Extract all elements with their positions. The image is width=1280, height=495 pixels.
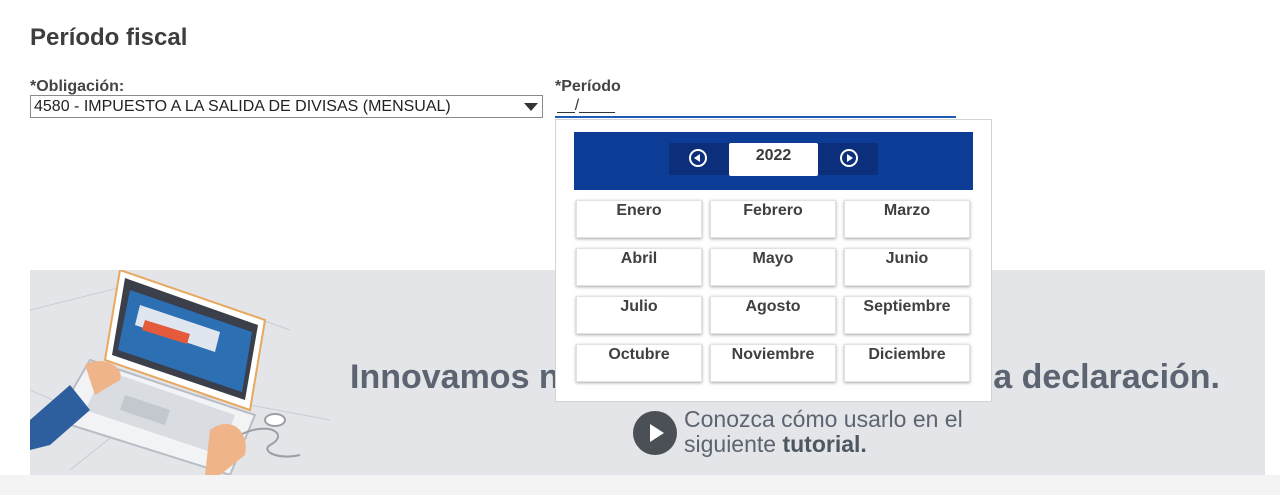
month-button-noviembre[interactable]: Noviembre [710,344,836,382]
year-display: 2022 [729,143,818,176]
month-picker-popup: 2022 Enero Febrero Marzo Abril Mayo Juni… [555,119,992,402]
banner-subtitle: Conozca cómo usarlo en el siguiente tuto… [684,407,963,457]
month-button-febrero[interactable]: Febrero [710,200,836,238]
page-title: Período fiscal [30,24,188,51]
month-button-julio[interactable]: Julio [576,296,702,334]
month-button-agosto[interactable]: Agosto [710,296,836,334]
obligation-select[interactable]: 4580 - IMPUESTO A LA SALIDA DE DIVISAS (… [30,95,543,118]
month-button-septiembre[interactable]: Septiembre [844,296,970,334]
period-input[interactable] [555,96,956,118]
year-navigator: 2022 [669,143,878,176]
month-picker-header: 2022 [574,132,973,190]
month-button-abril[interactable]: Abril [576,248,702,286]
month-button-junio[interactable]: Junio [844,248,970,286]
chevron-down-icon [524,103,538,111]
banner-subtitle-prefix: siguiente [684,431,783,457]
play-icon[interactable] [633,411,677,455]
month-button-mayo[interactable]: Mayo [710,248,836,286]
month-button-marzo[interactable]: Marzo [844,200,970,238]
month-button-diciembre[interactable]: Diciembre [844,344,970,382]
prev-year-icon[interactable] [689,149,707,167]
period-label: *Período [555,78,621,95]
next-year-icon[interactable] [840,149,858,167]
tutorial-link[interactable]: tutorial. [782,431,866,457]
banner-subtitle-line1: Conozca cómo usarlo en el [684,406,963,432]
month-button-octubre[interactable]: Octubre [576,344,702,382]
bottom-strip [0,475,1280,495]
obligation-label: *Obligación: [30,78,125,95]
obligation-select-value: 4580 - IMPUESTO A LA SALIDA DE DIVISAS (… [34,98,451,115]
month-button-enero[interactable]: Enero [576,200,702,238]
laptop-illustration-icon [30,270,330,475]
